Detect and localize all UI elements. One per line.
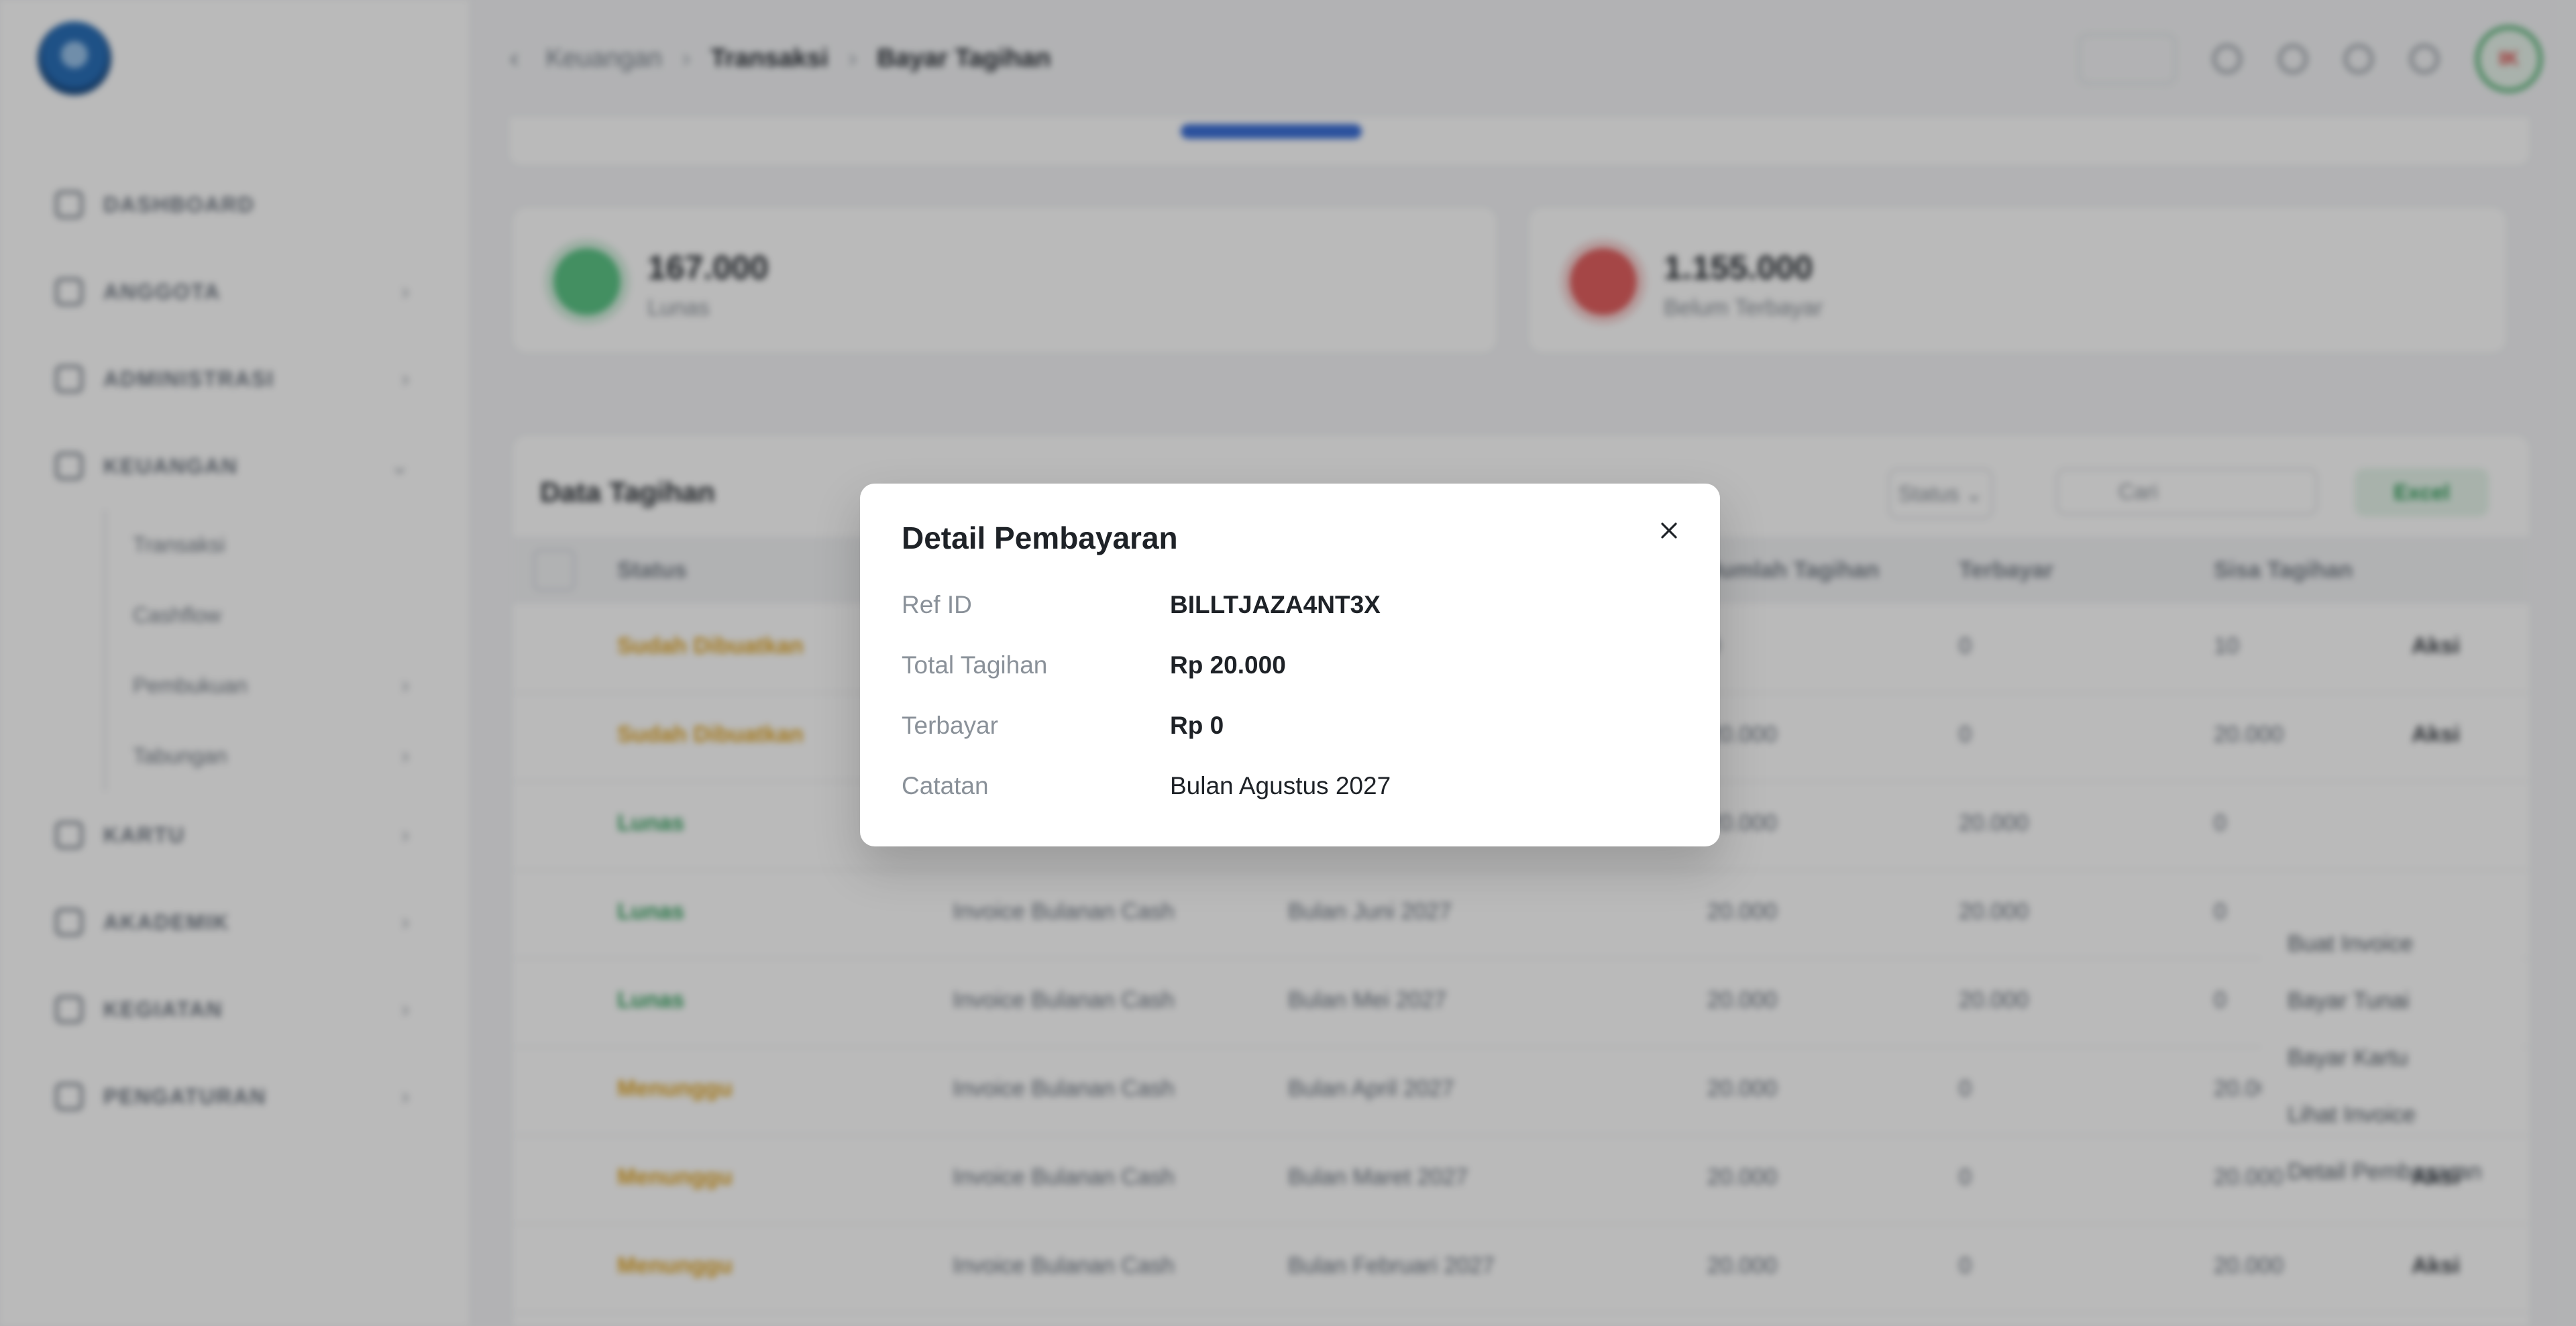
detail-label: Total Tagihan xyxy=(902,651,1048,679)
detail-pembayaran-modal: Detail Pembayaran Ref ID BILLTJAZA4NT3X … xyxy=(860,484,1720,846)
detail-value: Bulan Agustus 2027 xyxy=(1170,772,1391,799)
detail-label: Ref ID xyxy=(902,591,972,618)
detail-value: Rp 0 xyxy=(1170,712,1224,739)
close-icon xyxy=(1661,522,1677,539)
detail-label: Terbayar xyxy=(902,712,998,739)
close-button[interactable] xyxy=(1650,512,1688,549)
detail-value: BILLTJAZA4NT3X xyxy=(1170,591,1381,618)
detail-value: Rp 20.000 xyxy=(1170,651,1286,679)
modal-title: Detail Pembayaran xyxy=(902,520,1178,555)
detail-label: Catatan xyxy=(902,772,989,799)
